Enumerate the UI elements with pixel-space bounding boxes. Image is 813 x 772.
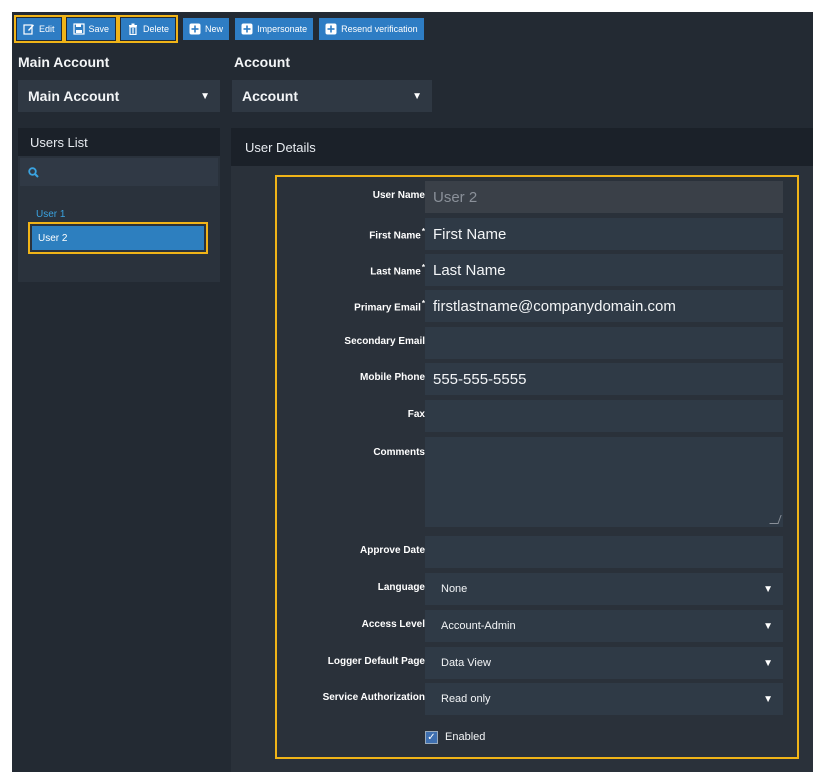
account-dropdown[interactable]: Account ▼ — [232, 80, 432, 112]
first-name-label-text: First Name — [369, 230, 421, 242]
account-label: Account — [234, 54, 290, 70]
user-details-form: User Name User 2 First Name* First Name … — [275, 175, 799, 759]
approve-date-label: Approve Date — [359, 545, 425, 556]
plus-square-icon — [189, 23, 201, 35]
save-label: Save — [88, 24, 110, 34]
delete-button[interactable]: Delete — [118, 15, 179, 43]
comments-textarea[interactable] — [425, 437, 783, 527]
caret-down-icon: ▼ — [412, 90, 422, 102]
last-name-field[interactable]: Last Name — [425, 254, 783, 286]
logger-default-page-label: Logger Default Page — [327, 656, 425, 667]
language-value: None — [441, 583, 468, 595]
caret-down-icon: ▼ — [763, 620, 773, 632]
users-search[interactable] — [20, 158, 218, 186]
search-icon — [28, 166, 39, 178]
impersonate-button[interactable]: Impersonate — [235, 18, 314, 40]
checkmark-icon: ✓ — [427, 732, 436, 743]
fax-label: Fax — [407, 409, 425, 420]
mobile-phone-field[interactable]: 555-555-5555 — [425, 363, 783, 395]
edit-label: Edit — [39, 24, 55, 34]
app-window: Edit Save Delete New Impersonate Resend … — [12, 12, 813, 772]
user-name-field: User 2 — [425, 181, 783, 213]
new-button[interactable]: New — [183, 18, 230, 40]
access-level-label: Access Level — [361, 619, 425, 630]
plus-square-icon — [241, 23, 253, 35]
comments-label: Comments — [373, 447, 425, 458]
save-button[interactable]: Save — [63, 15, 119, 43]
language-select[interactable]: None ▼ — [425, 573, 783, 605]
first-name-label: First Name* — [369, 227, 425, 241]
toolbar: Edit Save Delete New Impersonate Resend … — [14, 15, 424, 43]
save-icon — [72, 23, 85, 35]
edit-button[interactable]: Edit — [14, 15, 64, 43]
logger-default-page-select[interactable]: Data View ▼ — [425, 647, 783, 679]
language-label: Language — [377, 582, 425, 593]
list-item-user-2[interactable]: User 2 — [28, 222, 208, 254]
new-label: New — [205, 24, 224, 34]
fax-field[interactable] — [425, 400, 783, 432]
main-account-value: Main Account — [28, 88, 120, 104]
user-details-panel: User Details User Name User 2 First Name… — [231, 128, 813, 772]
main-account-dropdown[interactable]: Main Account ▼ — [18, 80, 220, 112]
list-item-user-1[interactable]: User 1 — [36, 209, 65, 220]
access-level-value: Account-Admin — [441, 620, 516, 632]
service-authorization-select[interactable]: Read only ▼ — [425, 683, 783, 715]
account-value: Account — [242, 88, 298, 104]
delete-label: Delete — [143, 24, 170, 34]
mobile-phone-label: Mobile Phone — [360, 372, 425, 383]
plus-square-icon — [325, 23, 337, 35]
enabled-label: Enabled — [445, 731, 486, 743]
resend-verification-label: Resend verification — [341, 24, 418, 34]
trash-icon — [129, 23, 138, 35]
secondary-email-label: Secondary Email — [344, 336, 425, 347]
user-name-label: User Name — [372, 190, 425, 201]
resize-handle-icon[interactable] — [769, 515, 782, 524]
secondary-email-field[interactable] — [425, 327, 783, 359]
resend-verification-button[interactable]: Resend verification — [319, 18, 424, 40]
users-list-panel: Users List User 1 User 2 — [18, 128, 220, 282]
impersonate-label: Impersonate — [257, 24, 308, 34]
caret-down-icon: ▼ — [763, 583, 773, 595]
access-level-select[interactable]: Account-Admin ▼ — [425, 610, 783, 642]
primary-email-label-text: Primary Email — [354, 302, 421, 314]
service-authorization-value: Read only — [441, 693, 491, 705]
edit-icon — [23, 24, 34, 35]
last-name-label-text: Last Name — [370, 266, 421, 278]
enabled-checkbox[interactable]: ✓ — [425, 731, 438, 744]
caret-down-icon: ▼ — [763, 657, 773, 669]
logger-default-page-value: Data View — [441, 657, 491, 669]
last-name-label: Last Name* — [370, 263, 425, 277]
first-name-field[interactable]: First Name — [425, 218, 783, 250]
users-list-title: Users List — [18, 128, 220, 156]
main-account-label: Main Account — [18, 54, 110, 70]
primary-email-label: Primary Email* — [354, 299, 425, 313]
primary-email-field[interactable]: firstlastname@companydomain.com — [425, 290, 783, 322]
service-authorization-label: Service Authorization — [322, 692, 425, 703]
user-details-title: User Details — [231, 128, 813, 166]
approve-date-field[interactable] — [425, 536, 783, 568]
caret-down-icon: ▼ — [763, 693, 773, 705]
caret-down-icon: ▼ — [200, 90, 210, 102]
